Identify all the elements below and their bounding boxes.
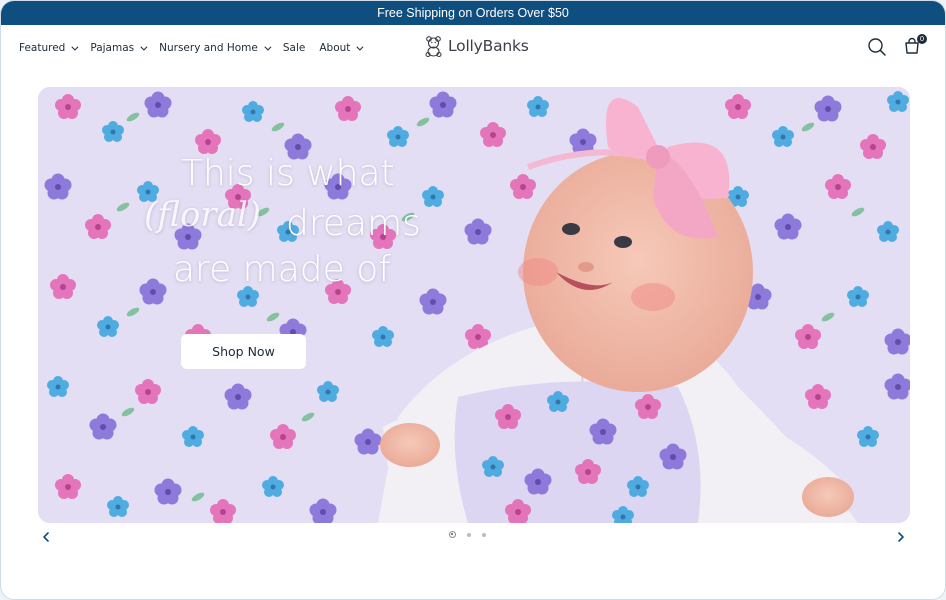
cart-count-badge: 0 [917, 34, 927, 44]
site-logo[interactable]: LollyBanks [424, 35, 529, 57]
chevron-down-icon [71, 43, 79, 51]
hero-banner: This is what (floral) dreams are made of… [38, 87, 910, 523]
cart-button[interactable]: 0 [903, 34, 927, 57]
header-nav: Featured Pajamas Nursery and Home Sale A… [1, 25, 945, 71]
menu-item-nursery-and-home[interactable]: Nursery and Home [159, 42, 272, 54]
menu-item-sale[interactable]: Sale [283, 42, 305, 54]
baby-on-floral-blanket-image [38, 87, 910, 523]
chevron-down-icon [264, 43, 272, 51]
menu-item-label: Pajamas [90, 42, 135, 54]
logo-text: LollyBanks [448, 37, 529, 55]
carousel-prev-button[interactable] [39, 529, 53, 543]
chevron-right-icon [898, 532, 904, 542]
main-menu: Featured Pajamas Nursery and Home Sale A… [19, 25, 364, 71]
carousel-dots [449, 531, 486, 538]
carousel-dot-3[interactable] [482, 532, 486, 537]
menu-item-pajamas[interactable]: Pajamas [90, 42, 148, 54]
menu-item-label: Featured [19, 42, 66, 54]
carousel-dot-2[interactable] [467, 532, 471, 537]
chevron-down-icon [140, 43, 148, 51]
search-button[interactable] [867, 37, 887, 57]
header-actions: 0 [867, 34, 927, 57]
menu-item-label: Sale [282, 42, 306, 54]
carousel-next-button[interactable] [894, 529, 908, 543]
menu-item-featured[interactable]: Featured [19, 42, 79, 54]
search-icon [868, 38, 886, 56]
announcement-bar: Free Shipping on Orders Over $50 [1, 1, 945, 25]
announcement-text: Free Shipping on Orders Over $50 [377, 6, 569, 20]
chevron-down-icon [356, 43, 364, 51]
menu-item-label: About [319, 42, 351, 54]
menu-item-about[interactable]: About [319, 42, 364, 54]
carousel-dot-1[interactable] [449, 531, 456, 538]
teddy-bear-icon [425, 36, 442, 57]
shop-now-button[interactable]: Shop Now [181, 334, 306, 369]
chevron-left-icon [43, 532, 49, 542]
browser-page: Free Shipping on Orders Over $50 Feature… [0, 0, 946, 600]
menu-item-label: Nursery and Home [159, 42, 258, 54]
